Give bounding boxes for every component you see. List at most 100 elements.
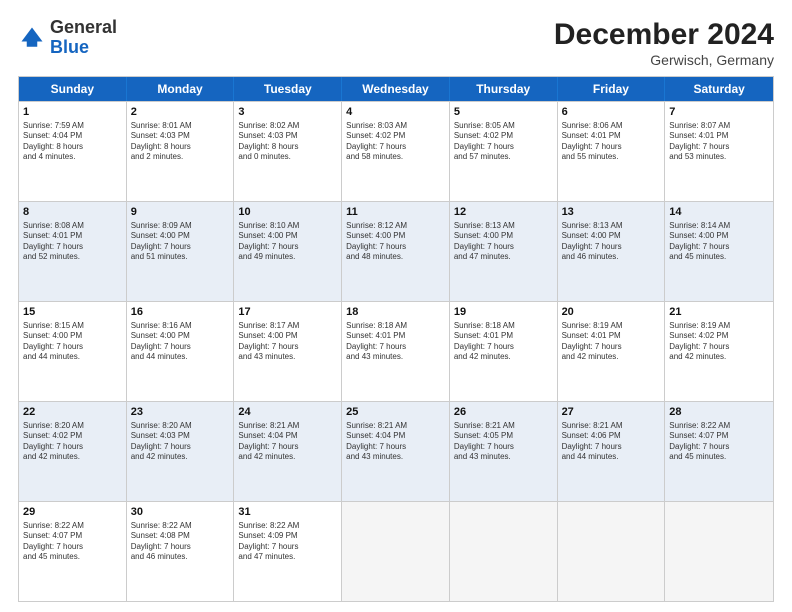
logo-general: General xyxy=(50,17,117,37)
cal-header-cell-friday: Friday xyxy=(558,77,666,101)
day-info: Sunrise: 8:19 AM Sunset: 4:01 PM Dayligh… xyxy=(562,321,661,363)
cal-header-cell-wednesday: Wednesday xyxy=(342,77,450,101)
day-info: Sunrise: 8:22 AM Sunset: 4:09 PM Dayligh… xyxy=(238,521,337,563)
day-info: Sunrise: 8:10 AM Sunset: 4:00 PM Dayligh… xyxy=(238,221,337,263)
day-info: Sunrise: 8:21 AM Sunset: 4:06 PM Dayligh… xyxy=(562,421,661,463)
day-info: Sunrise: 8:14 AM Sunset: 4:00 PM Dayligh… xyxy=(669,221,769,263)
cal-day-19: 19Sunrise: 8:18 AM Sunset: 4:01 PM Dayli… xyxy=(450,302,558,401)
cal-day-2: 2Sunrise: 8:01 AM Sunset: 4:03 PM Daylig… xyxy=(127,102,235,201)
day-number: 31 xyxy=(238,505,337,520)
cal-empty xyxy=(665,502,773,601)
cal-day-8: 8Sunrise: 8:08 AM Sunset: 4:01 PM Daylig… xyxy=(19,202,127,301)
cal-day-16: 16Sunrise: 8:16 AM Sunset: 4:00 PM Dayli… xyxy=(127,302,235,401)
cal-week-4: 22Sunrise: 8:20 AM Sunset: 4:02 PM Dayli… xyxy=(19,401,773,501)
cal-day-27: 27Sunrise: 8:21 AM Sunset: 4:06 PM Dayli… xyxy=(558,402,666,501)
day-info: Sunrise: 8:01 AM Sunset: 4:03 PM Dayligh… xyxy=(131,121,230,163)
cal-day-24: 24Sunrise: 8:21 AM Sunset: 4:04 PM Dayli… xyxy=(234,402,342,501)
logo-blue: Blue xyxy=(50,37,89,57)
cal-empty xyxy=(558,502,666,601)
day-info: Sunrise: 8:22 AM Sunset: 4:07 PM Dayligh… xyxy=(669,421,769,463)
day-number: 3 xyxy=(238,105,337,120)
cal-day-15: 15Sunrise: 8:15 AM Sunset: 4:00 PM Dayli… xyxy=(19,302,127,401)
day-number: 18 xyxy=(346,305,445,320)
cal-week-1: 1Sunrise: 7:59 AM Sunset: 4:04 PM Daylig… xyxy=(19,101,773,201)
cal-week-2: 8Sunrise: 8:08 AM Sunset: 4:01 PM Daylig… xyxy=(19,201,773,301)
day-info: Sunrise: 8:07 AM Sunset: 4:01 PM Dayligh… xyxy=(669,121,769,163)
day-number: 28 xyxy=(669,405,769,420)
cal-header-cell-saturday: Saturday xyxy=(665,77,773,101)
title-block: December 2024 Gerwisch, Germany xyxy=(554,18,774,68)
cal-day-26: 26Sunrise: 8:21 AM Sunset: 4:05 PM Dayli… xyxy=(450,402,558,501)
logo-icon xyxy=(18,24,46,52)
day-number: 12 xyxy=(454,205,553,220)
day-info: Sunrise: 8:15 AM Sunset: 4:00 PM Dayligh… xyxy=(23,321,122,363)
cal-day-11: 11Sunrise: 8:12 AM Sunset: 4:00 PM Dayli… xyxy=(342,202,450,301)
day-info: Sunrise: 8:16 AM Sunset: 4:00 PM Dayligh… xyxy=(131,321,230,363)
day-number: 11 xyxy=(346,205,445,220)
day-info: Sunrise: 8:22 AM Sunset: 4:08 PM Dayligh… xyxy=(131,521,230,563)
day-info: Sunrise: 8:13 AM Sunset: 4:00 PM Dayligh… xyxy=(454,221,553,263)
day-info: Sunrise: 8:20 AM Sunset: 4:03 PM Dayligh… xyxy=(131,421,230,463)
day-info: Sunrise: 8:09 AM Sunset: 4:00 PM Dayligh… xyxy=(131,221,230,263)
day-number: 30 xyxy=(131,505,230,520)
day-info: Sunrise: 8:22 AM Sunset: 4:07 PM Dayligh… xyxy=(23,521,122,563)
day-number: 29 xyxy=(23,505,122,520)
day-info: Sunrise: 8:19 AM Sunset: 4:02 PM Dayligh… xyxy=(669,321,769,363)
day-info: Sunrise: 8:06 AM Sunset: 4:01 PM Dayligh… xyxy=(562,121,661,163)
day-number: 10 xyxy=(238,205,337,220)
header: General Blue December 2024 Gerwisch, Ger… xyxy=(18,18,774,68)
day-number: 5 xyxy=(454,105,553,120)
day-number: 8 xyxy=(23,205,122,220)
day-number: 27 xyxy=(562,405,661,420)
page-subtitle: Gerwisch, Germany xyxy=(554,52,774,68)
day-number: 1 xyxy=(23,105,122,120)
calendar-body: 1Sunrise: 7:59 AM Sunset: 4:04 PM Daylig… xyxy=(19,101,773,601)
day-info: Sunrise: 8:21 AM Sunset: 4:04 PM Dayligh… xyxy=(238,421,337,463)
day-number: 7 xyxy=(669,105,769,120)
cal-week-5: 29Sunrise: 8:22 AM Sunset: 4:07 PM Dayli… xyxy=(19,501,773,601)
day-info: Sunrise: 8:12 AM Sunset: 4:00 PM Dayligh… xyxy=(346,221,445,263)
cal-header-cell-monday: Monday xyxy=(127,77,235,101)
day-info: Sunrise: 8:20 AM Sunset: 4:02 PM Dayligh… xyxy=(23,421,122,463)
page-title: December 2024 xyxy=(554,18,774,52)
day-number: 4 xyxy=(346,105,445,120)
cal-week-3: 15Sunrise: 8:15 AM Sunset: 4:00 PM Dayli… xyxy=(19,301,773,401)
day-info: Sunrise: 8:08 AM Sunset: 4:01 PM Dayligh… xyxy=(23,221,122,263)
cal-day-1: 1Sunrise: 7:59 AM Sunset: 4:04 PM Daylig… xyxy=(19,102,127,201)
cal-day-12: 12Sunrise: 8:13 AM Sunset: 4:00 PM Dayli… xyxy=(450,202,558,301)
cal-day-20: 20Sunrise: 8:19 AM Sunset: 4:01 PM Dayli… xyxy=(558,302,666,401)
cal-day-28: 28Sunrise: 8:22 AM Sunset: 4:07 PM Dayli… xyxy=(665,402,773,501)
day-number: 24 xyxy=(238,405,337,420)
cal-header-cell-sunday: Sunday xyxy=(19,77,127,101)
cal-day-31: 31Sunrise: 8:22 AM Sunset: 4:09 PM Dayli… xyxy=(234,502,342,601)
day-number: 22 xyxy=(23,405,122,420)
cal-day-13: 13Sunrise: 8:13 AM Sunset: 4:00 PM Dayli… xyxy=(558,202,666,301)
day-number: 21 xyxy=(669,305,769,320)
cal-day-18: 18Sunrise: 8:18 AM Sunset: 4:01 PM Dayli… xyxy=(342,302,450,401)
cal-empty xyxy=(342,502,450,601)
day-info: Sunrise: 8:21 AM Sunset: 4:05 PM Dayligh… xyxy=(454,421,553,463)
cal-day-10: 10Sunrise: 8:10 AM Sunset: 4:00 PM Dayli… xyxy=(234,202,342,301)
day-number: 25 xyxy=(346,405,445,420)
day-info: Sunrise: 8:02 AM Sunset: 4:03 PM Dayligh… xyxy=(238,121,337,163)
day-info: Sunrise: 8:18 AM Sunset: 4:01 PM Dayligh… xyxy=(454,321,553,363)
day-info: Sunrise: 8:05 AM Sunset: 4:02 PM Dayligh… xyxy=(454,121,553,163)
day-number: 15 xyxy=(23,305,122,320)
day-info: Sunrise: 8:17 AM Sunset: 4:00 PM Dayligh… xyxy=(238,321,337,363)
cal-day-7: 7Sunrise: 8:07 AM Sunset: 4:01 PM Daylig… xyxy=(665,102,773,201)
day-number: 9 xyxy=(131,205,230,220)
day-info: Sunrise: 7:59 AM Sunset: 4:04 PM Dayligh… xyxy=(23,121,122,163)
day-info: Sunrise: 8:13 AM Sunset: 4:00 PM Dayligh… xyxy=(562,221,661,263)
cal-header-cell-thursday: Thursday xyxy=(450,77,558,101)
cal-day-21: 21Sunrise: 8:19 AM Sunset: 4:02 PM Dayli… xyxy=(665,302,773,401)
day-number: 14 xyxy=(669,205,769,220)
day-number: 26 xyxy=(454,405,553,420)
cal-day-9: 9Sunrise: 8:09 AM Sunset: 4:00 PM Daylig… xyxy=(127,202,235,301)
day-number: 2 xyxy=(131,105,230,120)
logo: General Blue xyxy=(18,18,117,58)
day-number: 16 xyxy=(131,305,230,320)
cal-day-29: 29Sunrise: 8:22 AM Sunset: 4:07 PM Dayli… xyxy=(19,502,127,601)
day-info: Sunrise: 8:21 AM Sunset: 4:04 PM Dayligh… xyxy=(346,421,445,463)
calendar: SundayMondayTuesdayWednesdayThursdayFrid… xyxy=(18,76,774,602)
cal-day-14: 14Sunrise: 8:14 AM Sunset: 4:00 PM Dayli… xyxy=(665,202,773,301)
